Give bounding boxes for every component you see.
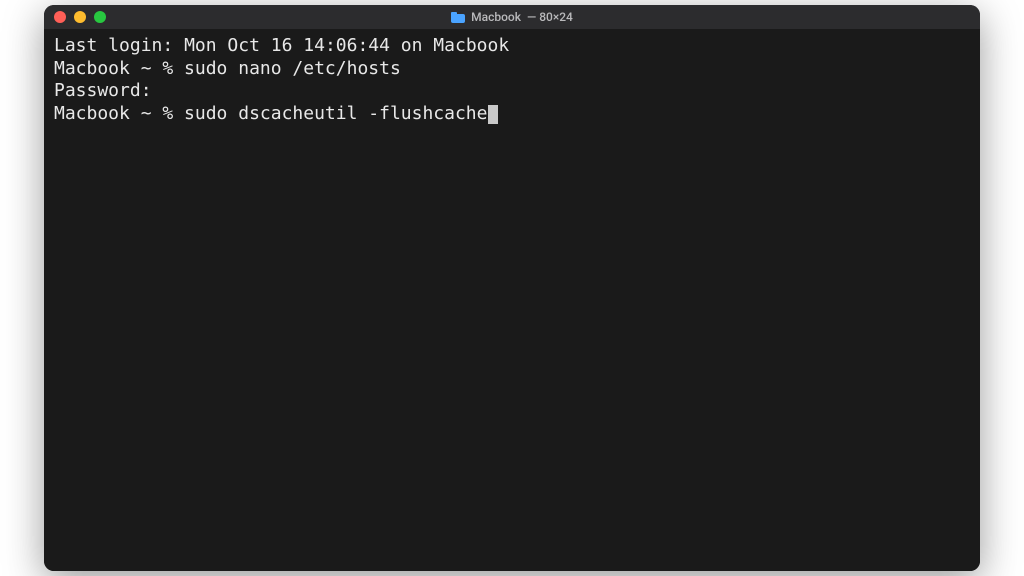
title-bar[interactable]: Macbook — 80×24 xyxy=(44,5,980,29)
prompt-1: Macbook ~ % xyxy=(54,58,184,79)
folder-icon xyxy=(451,12,465,23)
command-1: sudo nano /etc/hosts xyxy=(184,58,401,79)
minimize-button[interactable] xyxy=(74,11,86,23)
last-login-value: Mon Oct 16 14:06:44 on Macbook xyxy=(184,35,509,56)
title-dims: — 80×24 xyxy=(527,10,573,24)
terminal-window: Macbook — 80×24 Last login: Mon Oct 16 1… xyxy=(44,5,980,571)
command-2: sudo dscacheutil -flushcache xyxy=(184,103,487,124)
cursor-icon xyxy=(488,105,498,124)
command-line-1: Macbook ~ % sudo nano /etc/hosts xyxy=(54,58,970,81)
password-line: Password: xyxy=(54,80,970,103)
traffic-lights xyxy=(54,11,106,23)
password-label: Password: xyxy=(54,80,152,101)
window-title: Macbook — 80×24 xyxy=(451,10,573,24)
last-login-label: Last login: xyxy=(54,35,173,56)
terminal-body[interactable]: Last login: Mon Oct 16 14:06:44 on Macbo… xyxy=(44,29,980,571)
maximize-button[interactable] xyxy=(94,11,106,23)
close-button[interactable] xyxy=(54,11,66,23)
command-line-2: Macbook ~ % sudo dscacheutil -flushcache xyxy=(54,103,970,126)
title-host: Macbook xyxy=(471,10,521,24)
prompt-2: Macbook ~ % xyxy=(54,103,184,124)
last-login-line: Last login: Mon Oct 16 14:06:44 on Macbo… xyxy=(54,35,970,58)
